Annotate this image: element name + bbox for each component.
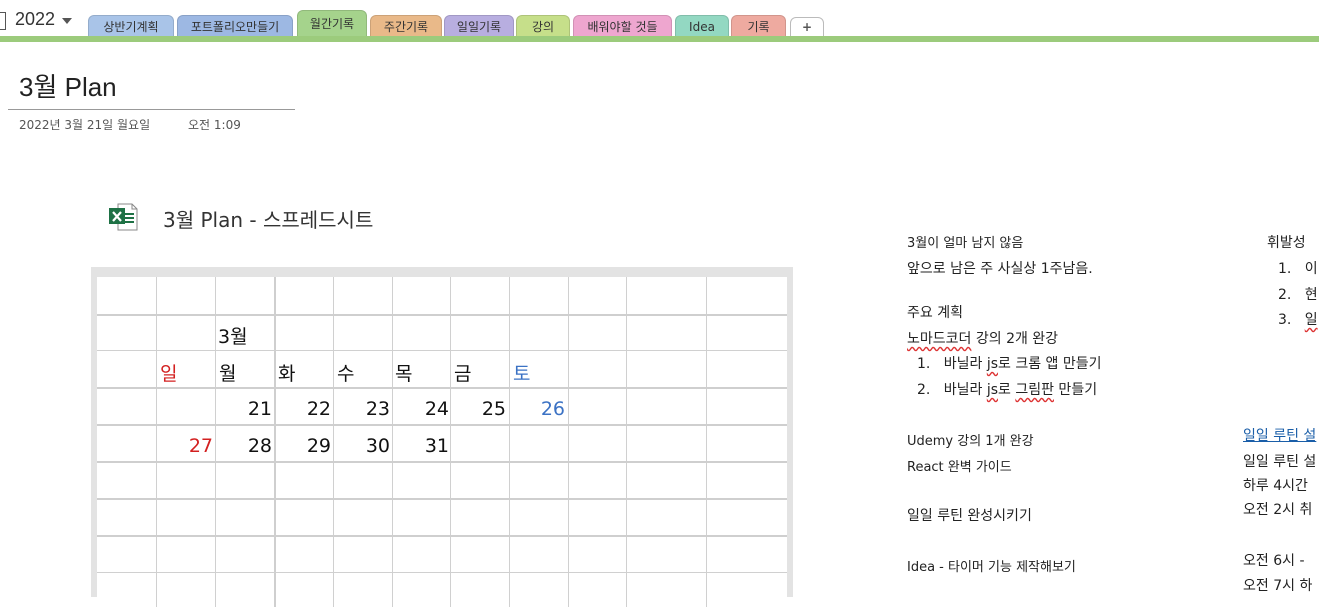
note-line[interactable]: 오전 6시 - bbox=[1243, 550, 1305, 570]
tab-section-2[interactable]: 포트폴리오만들기 bbox=[177, 15, 293, 37]
grid-line bbox=[509, 277, 510, 607]
list-number: 2. bbox=[1278, 287, 1292, 303]
calendar-date: 28 bbox=[247, 435, 272, 457]
spell-error-text: js bbox=[986, 382, 998, 398]
spell-error-text: 노마드코더 bbox=[907, 331, 972, 347]
add-section-button[interactable]: + bbox=[790, 17, 824, 37]
tab-section-4[interactable]: 주간기록 bbox=[370, 15, 442, 37]
note-link[interactable]: 일일 루틴 설 bbox=[1243, 425, 1316, 445]
calendar-date: 24 bbox=[424, 398, 449, 420]
weekday-sun: 일 bbox=[160, 363, 178, 385]
spreadsheet-title[interactable]: 3월 Plan - 스프레드시트 bbox=[163, 204, 373, 233]
note-line[interactable]: React 완벽 가이드 bbox=[907, 456, 1012, 475]
title-divider bbox=[8, 109, 295, 110]
chevron-down-icon[interactable] bbox=[62, 18, 72, 24]
calendar-date: 22 bbox=[306, 398, 331, 420]
notebook-name[interactable]: 2022 bbox=[15, 9, 55, 30]
note-line[interactable]: Idea - 타이머 기능 제작해보기 bbox=[907, 556, 1076, 575]
note-line[interactable]: 3월이 얼마 남지 않음 bbox=[907, 232, 1023, 251]
grid-line bbox=[97, 387, 787, 389]
list-item[interactable]: 2. 바닐라 js로 그림판 만들기 bbox=[917, 379, 1097, 399]
note-line[interactable]: 휘발성 bbox=[1267, 232, 1306, 252]
section-tab-bar: 2022 상반기계획 포트폴리오만들기 월간기록 주간기록 일일기록 강의 배워… bbox=[0, 0, 1319, 42]
note-heading[interactable]: 주요 계획 bbox=[907, 302, 963, 322]
grid-line bbox=[706, 277, 707, 607]
spell-error-text: 그림판 bbox=[1015, 382, 1054, 398]
calendar-date: 25 bbox=[481, 398, 506, 420]
note-text: 강의 2개 완강 bbox=[971, 331, 1059, 347]
weekday-wed: 수 bbox=[337, 363, 355, 385]
grid-line bbox=[97, 314, 787, 316]
list-item[interactable]: 1. 바닐라 js로 크롬 앱 만들기 bbox=[917, 353, 1102, 373]
grid-line bbox=[215, 277, 216, 607]
note-text: 이 bbox=[1304, 261, 1318, 277]
note-line[interactable]: 오전 2시 취 bbox=[1243, 499, 1312, 519]
page-title[interactable]: 3월 Plan bbox=[19, 67, 117, 104]
grid-line bbox=[97, 350, 787, 351]
spell-error-text: 일 bbox=[1304, 312, 1318, 328]
weekday-mon: 월 bbox=[219, 363, 237, 385]
weekday-thu: 목 bbox=[395, 363, 413, 385]
notebook-icon[interactable] bbox=[0, 12, 6, 30]
list-number: 1. bbox=[1278, 261, 1292, 277]
grid-line bbox=[97, 572, 787, 573]
tab-section-5[interactable]: 일일기록 bbox=[444, 15, 514, 37]
grid-line bbox=[97, 498, 787, 500]
page-time: 오전 1:09 bbox=[188, 118, 241, 132]
grid-line bbox=[274, 277, 276, 607]
grid-line bbox=[97, 535, 787, 537]
tab-section-3[interactable]: 월간기록 bbox=[297, 10, 367, 38]
grid-line bbox=[97, 424, 787, 426]
list-item[interactable]: 1. 이 bbox=[1278, 258, 1318, 278]
grid-line bbox=[568, 277, 569, 607]
tab-section-8[interactable]: Idea bbox=[675, 15, 729, 37]
calendar-date: 30 bbox=[365, 435, 390, 457]
calendar-date: 23 bbox=[365, 398, 390, 420]
note-text: 현 bbox=[1304, 287, 1318, 303]
grid-line bbox=[97, 461, 787, 463]
spell-error-text: js bbox=[986, 356, 998, 372]
grid-line bbox=[450, 277, 451, 607]
note-line[interactable]: 일일 루틴 완성시키기 bbox=[907, 505, 1032, 525]
calendar-date: 21 bbox=[247, 398, 272, 420]
excel-file-icon[interactable] bbox=[108, 202, 138, 232]
calendar-date: 29 bbox=[306, 435, 331, 457]
weekday-sat: 토 bbox=[513, 363, 531, 385]
tab-section-6[interactable]: 강의 bbox=[516, 15, 570, 37]
spreadsheet-grid[interactable]: 3월 일 월 화 수 목 금 토 21 22 23 24 25 26 27 28… bbox=[97, 277, 787, 607]
list-number: 1. bbox=[917, 356, 931, 372]
weekday-fri: 금 bbox=[454, 363, 472, 385]
grid-line bbox=[333, 277, 334, 607]
grid-line bbox=[156, 277, 157, 607]
note-line[interactable]: 하루 4시간 bbox=[1243, 475, 1308, 495]
list-item[interactable]: 2. 현 bbox=[1278, 284, 1318, 304]
note-text: 로 bbox=[998, 382, 1016, 398]
page-date: 2022년 3월 21일 월요일 bbox=[19, 118, 151, 132]
note-line[interactable]: 오전 7시 하 bbox=[1243, 575, 1312, 595]
tab-section-7[interactable]: 배워야할 것들 bbox=[573, 15, 672, 37]
calendar-date: 27 bbox=[188, 435, 213, 457]
note-text: 만들기 bbox=[1053, 382, 1098, 398]
list-item[interactable]: 3. 일 bbox=[1278, 309, 1318, 329]
grid-line bbox=[626, 277, 627, 607]
calendar-month-label: 3월 bbox=[218, 326, 248, 348]
note-line[interactable]: 일일 루틴 설 bbox=[1243, 451, 1316, 471]
note-line[interactable]: 노마드코더 강의 2개 완강 bbox=[907, 328, 1058, 348]
note-line[interactable]: 앞으로 남은 주 사실상 1주남음. bbox=[907, 258, 1093, 278]
list-number: 2. bbox=[917, 382, 931, 398]
note-text: 바닐라 bbox=[943, 356, 987, 372]
note-line[interactable]: Udemy 강의 1개 완강 bbox=[907, 430, 1034, 449]
calendar-date: 26 bbox=[540, 398, 565, 420]
tab-section-1[interactable]: 상반기계획 bbox=[88, 15, 174, 37]
note-text: 로 크롬 앱 만들기 bbox=[998, 356, 1102, 372]
section-accent-bar bbox=[0, 36, 1319, 42]
list-number: 3. bbox=[1278, 312, 1292, 328]
calendar-date: 31 bbox=[424, 435, 449, 457]
embedded-spreadsheet[interactable]: 3월 일 월 화 수 목 금 토 21 22 23 24 25 26 27 28… bbox=[91, 267, 793, 607]
weekday-tue: 화 bbox=[278, 363, 296, 385]
tab-section-9[interactable]: 기록 bbox=[731, 15, 786, 37]
grid-line bbox=[392, 277, 393, 607]
note-text: 바닐라 bbox=[943, 382, 987, 398]
